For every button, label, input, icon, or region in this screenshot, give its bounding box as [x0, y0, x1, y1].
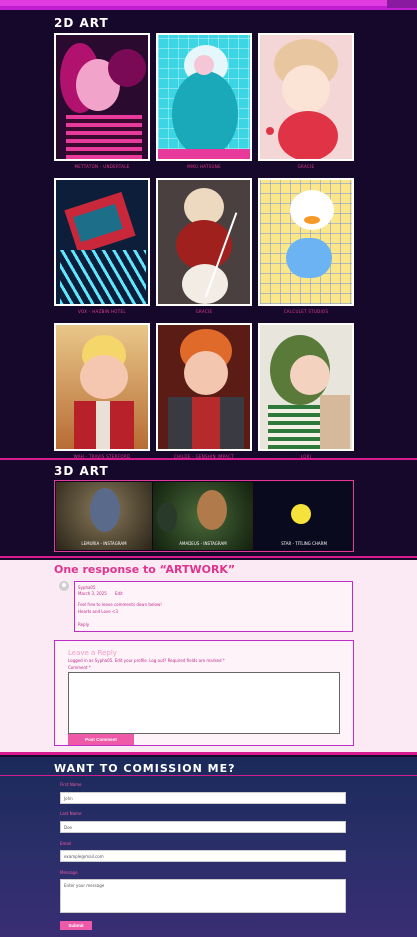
commission-section: WANT TO COMISSION ME? First Name John La…: [0, 757, 417, 937]
email-field[interactable]: example@mail.com: [60, 850, 346, 862]
carousel-caption: STAR - TITLING CHARM: [281, 541, 327, 546]
art-image[interactable]: [156, 178, 252, 306]
art-card[interactable]: CHILDE - GENSHIN IMPACT: [156, 323, 252, 459]
last-name-label: Last Name: [60, 811, 82, 816]
first-name-label: First Name: [60, 782, 82, 787]
section-divider: [0, 556, 417, 558]
avatar: [59, 581, 69, 591]
section-2d-art: 2D ART METTATON - UNDERTALE MIKU HATSUNE…: [0, 10, 417, 460]
post-comment-button[interactable]: Post Comment: [68, 734, 134, 745]
last-name-field[interactable]: Doe: [60, 821, 346, 833]
title-underline: [0, 775, 417, 776]
carousel-caption: LEMURIA - INSTAGRAM: [81, 541, 127, 546]
carousel-slide[interactable]: AMADEUS - INSTAGRAM: [153, 482, 253, 550]
section-divider: [0, 752, 417, 755]
art-card[interactable]: VOX - HAZBIN HOTEL: [54, 178, 150, 314]
art-image[interactable]: [54, 323, 150, 451]
art-image[interactable]: [258, 178, 354, 306]
comment-date[interactable]: March 3, 2025: [78, 591, 107, 596]
art-image[interactable]: [156, 323, 252, 451]
reply-title: Leave a Reply: [68, 649, 117, 657]
comment-reply-link[interactable]: Reply: [78, 622, 89, 627]
art-caption: GRACIE: [297, 164, 315, 169]
reply-form: Leave a Reply Logged in as Sypha05. Edit…: [54, 640, 354, 746]
art-caption: CALCULET STUDIOS: [283, 309, 329, 314]
art-caption: MIKU HATSUNE: [187, 164, 221, 169]
submit-button[interactable]: Submit: [60, 921, 92, 930]
art-image[interactable]: [156, 33, 252, 161]
section-3d-art: 3D ART LEMURIA - INSTAGRAM AMADEUS - INS…: [0, 461, 417, 557]
art-caption: GRACIE: [195, 309, 213, 314]
art-card[interactable]: GRACIE: [156, 178, 252, 314]
section-title-2d: 2D ART: [54, 16, 109, 30]
art-card[interactable]: WAH - TRAVIS STERFORD: [54, 323, 150, 459]
section-title-3d: 3D ART: [54, 464, 109, 478]
comment: Sypha05 March 3, 2025 Edit Feel free to …: [74, 581, 353, 632]
comment-body: Hearts and Love <3: [78, 609, 118, 614]
top-bar: [0, 0, 417, 10]
top-bar-stripe: [0, 0, 387, 6]
message-field[interactable]: Enter your message: [60, 879, 346, 913]
art-image[interactable]: [54, 33, 150, 161]
comments-section: One response to “ARTWORK” Sypha05 March …: [0, 560, 417, 752]
section-divider: [0, 458, 417, 460]
art-card[interactable]: LOKI: [258, 323, 354, 459]
carousel-slide[interactable]: LEMURIA - INSTAGRAM: [56, 482, 152, 550]
art-card[interactable]: GRACIE: [258, 33, 354, 169]
commission-title: WANT TO COMISSION ME?: [54, 762, 236, 775]
art-caption: VOX - HAZBIN HOTEL: [78, 309, 126, 314]
art-image[interactable]: [258, 323, 354, 451]
comments-title: One response to “ARTWORK”: [54, 563, 236, 576]
comment-label: Comment *: [68, 665, 91, 670]
carousel-caption: AMADEUS - INSTAGRAM: [179, 541, 227, 546]
top-bar-tab[interactable]: [387, 0, 417, 8]
art-caption: METTATON - UNDERTALE: [74, 164, 130, 169]
comment-author[interactable]: Sypha05: [78, 585, 96, 590]
carousel-slide[interactable]: STAR - TITLING CHARM: [255, 482, 353, 550]
art-card[interactable]: CALCULET STUDIOS: [258, 178, 354, 314]
comment-edit-link[interactable]: Edit: [115, 591, 123, 596]
art-card[interactable]: METTATON - UNDERTALE: [54, 33, 150, 169]
comment-textarea[interactable]: [68, 672, 340, 734]
art-3d-carousel[interactable]: LEMURIA - INSTAGRAM AMADEUS - INSTAGRAM …: [54, 480, 354, 552]
message-label: Message: [60, 870, 78, 875]
email-label: Email: [60, 841, 72, 846]
comment-body: Feel free to leave comments down below!: [78, 602, 162, 607]
art-image[interactable]: [54, 178, 150, 306]
logged-in-note: Logged in as Sypha05. Edit your profile.…: [68, 658, 225, 663]
first-name-field[interactable]: John: [60, 792, 346, 804]
art-image[interactable]: [258, 33, 354, 161]
art-card[interactable]: MIKU HATSUNE: [156, 33, 252, 169]
